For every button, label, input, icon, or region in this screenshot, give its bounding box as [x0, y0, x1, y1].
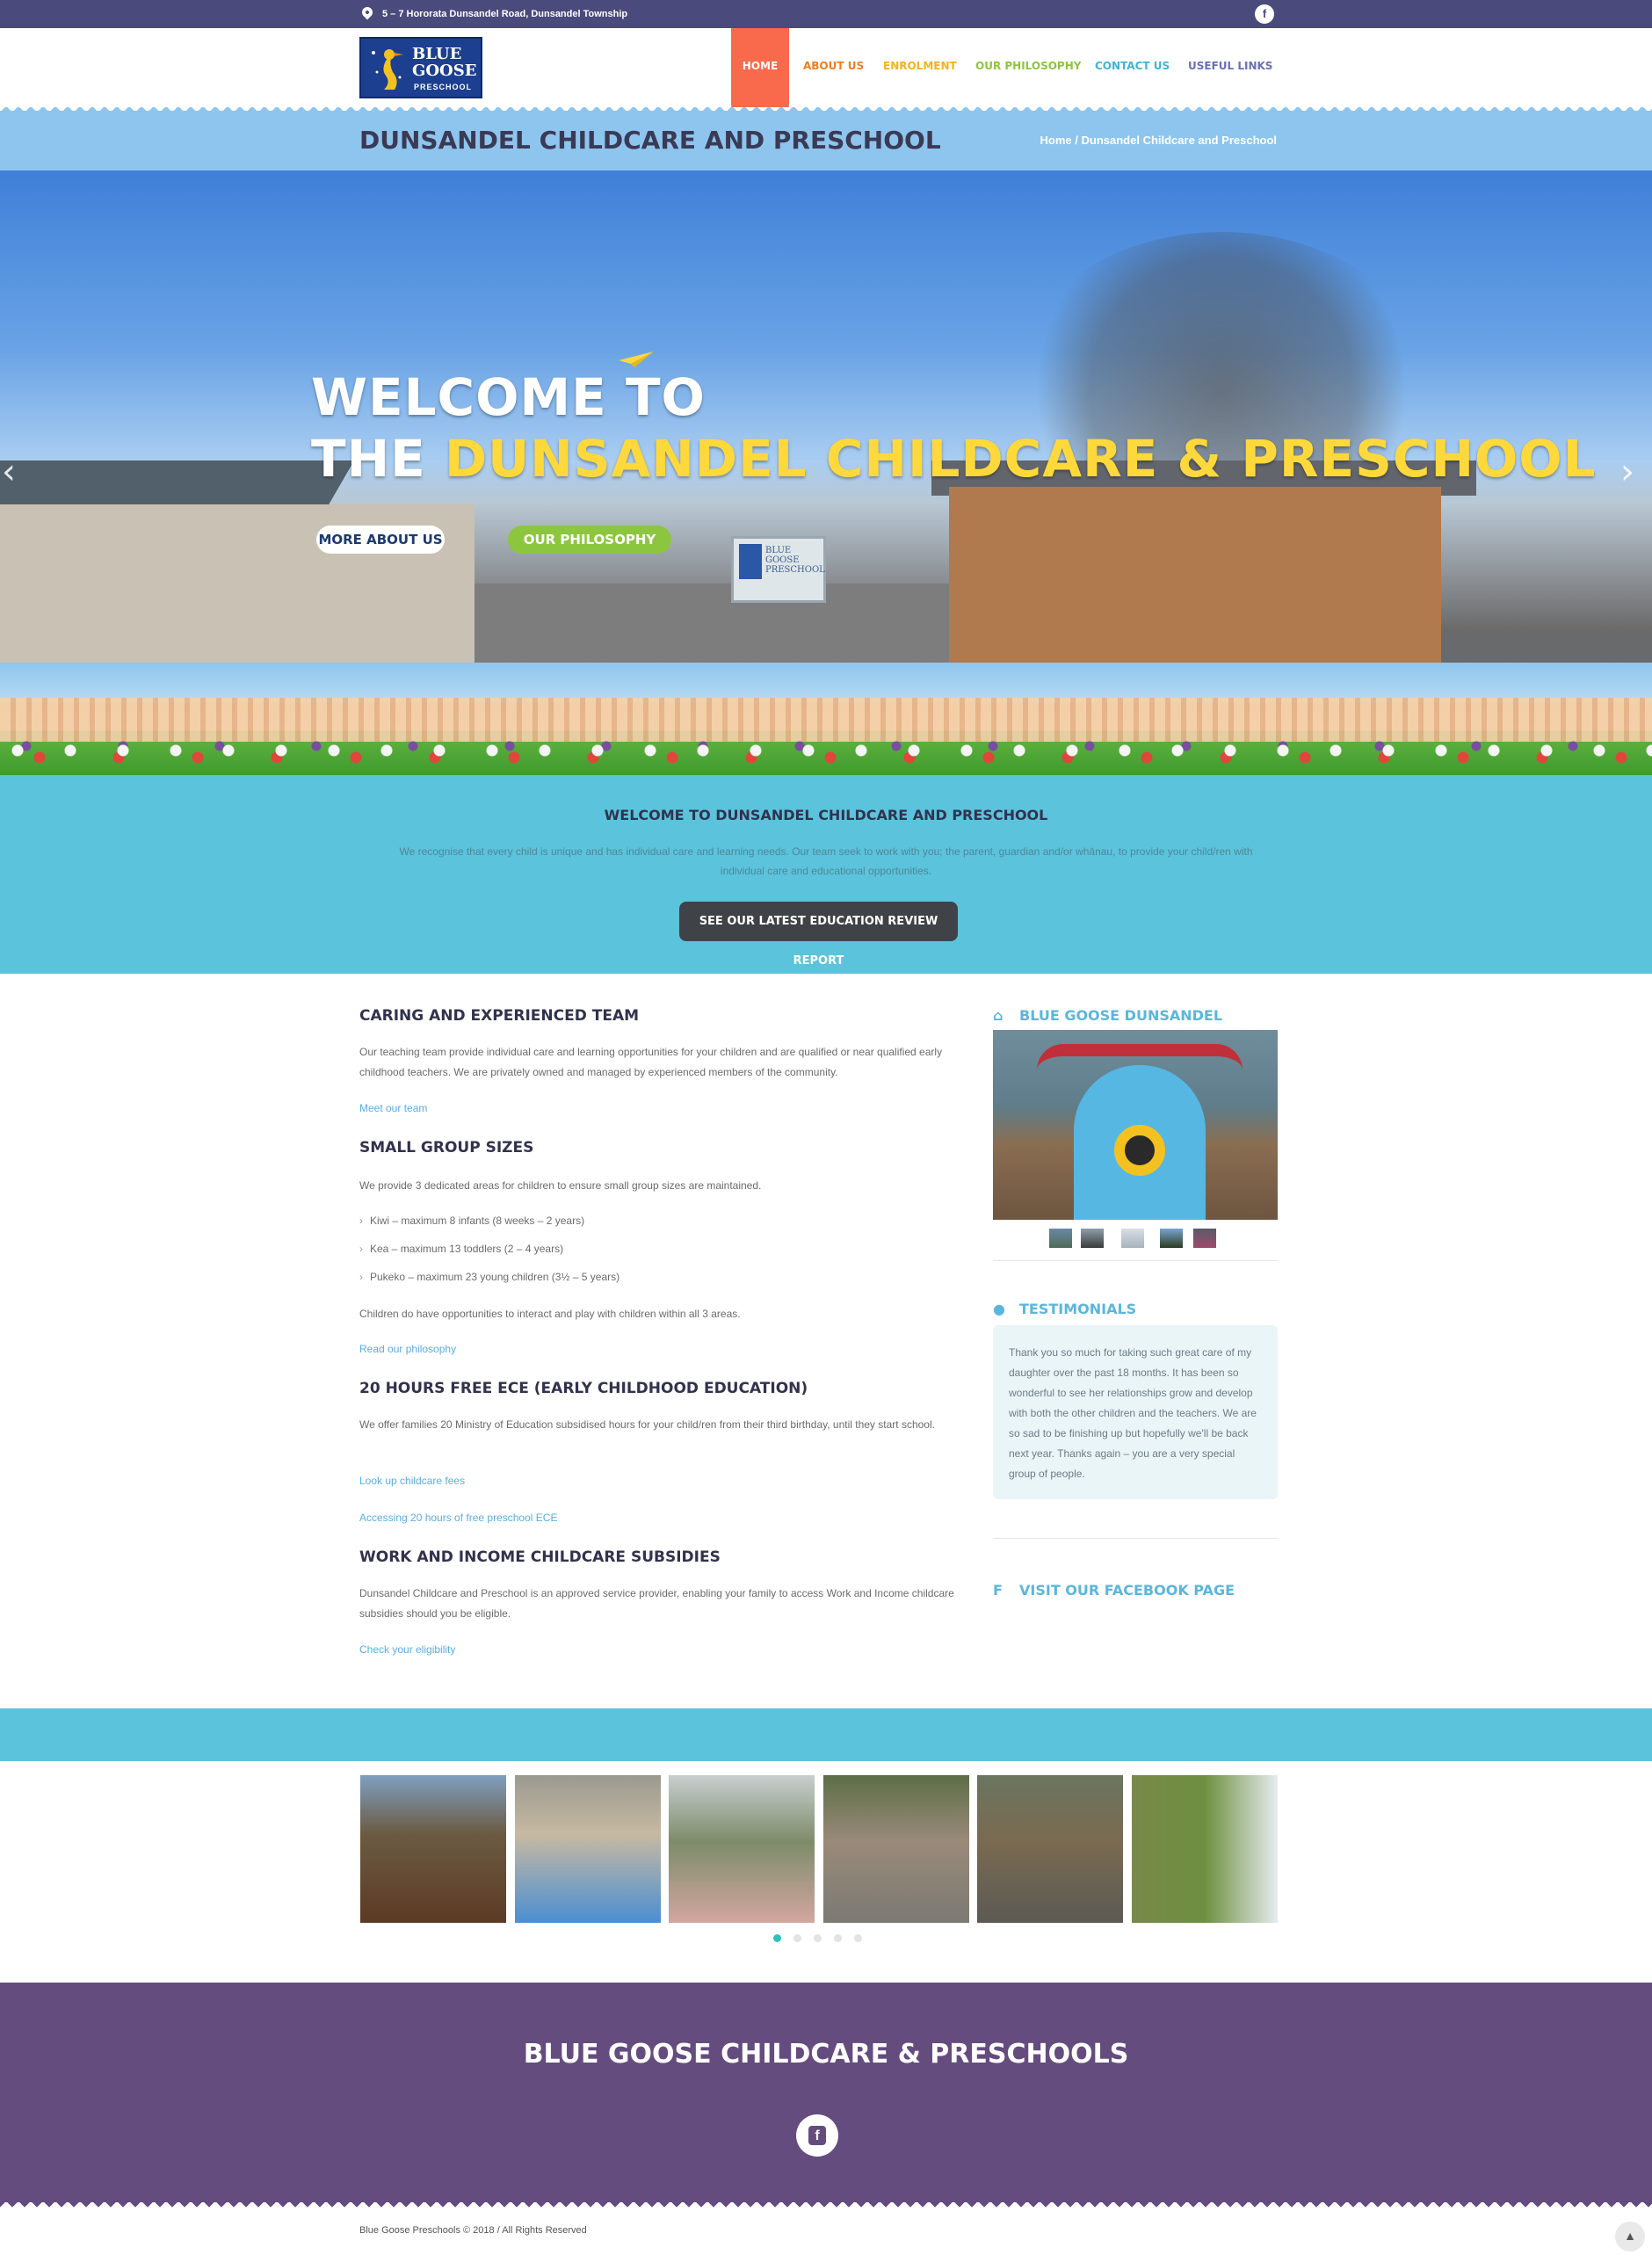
- facebook-icon: f: [808, 2126, 826, 2145]
- page-title-bar: DUNSANDEL CHILDCARE AND PRESCHOOL Home /…: [0, 111, 1652, 170]
- list-item: Kiwi – maximum 8 infants (8 weeks – 2 ye…: [359, 1215, 584, 1227]
- carousel-dot[interactable]: [773, 1934, 781, 1942]
- facebook-icon[interactable]: f: [1255, 4, 1274, 24]
- section-title-ece: 20 HOURS FREE ECE (EARLY CHILDHOOD EDUCA…: [359, 1380, 808, 1397]
- carousel-dot[interactable]: [854, 1934, 862, 1942]
- welcome-heading: WELCOME TO DUNSANDEL CHILDCARE AND PRESC…: [604, 807, 1048, 823]
- check-eligibility-link[interactable]: Check your eligibility: [359, 1643, 455, 1656]
- facebook-link[interactable]: f VISIT OUR FACEBOOK PAGE: [993, 1582, 1235, 1599]
- thumbnail[interactable]: [1081, 1229, 1104, 1248]
- carousel-dot[interactable]: [814, 1934, 822, 1942]
- copyright-text: Blue Goose Preschools © 2018 / All Right…: [359, 2225, 587, 2236]
- carousel-dot[interactable]: [834, 1934, 842, 1942]
- nav-useful-links[interactable]: USEFUL LINKS: [1188, 60, 1272, 72]
- paper-plane-icon: [619, 352, 654, 367]
- arrow-up-icon[interactable]: ▲: [1615, 2222, 1645, 2251]
- top-bar: 5 – 7 Hororata Dunsandel Road, Dunsandel…: [0, 0, 1652, 28]
- section-title-groups: SMALL GROUP SIZES: [359, 1139, 534, 1157]
- footer-facebook-button[interactable]: f: [796, 2114, 838, 2157]
- sidebar-gallery-title: ⌂ BLUE GOOSE DUNSANDEL: [993, 1007, 1222, 1024]
- footer-title: BLUE GOOSE CHILDCARE & PRESCHOOLS: [523, 2039, 1129, 2070]
- thumbnail[interactable]: [1121, 1229, 1144, 1248]
- chevron-left-icon[interactable]: ‹: [2, 452, 16, 492]
- thumbnail[interactable]: [1193, 1229, 1216, 1248]
- copyright-bar: Blue Goose Preschools © 2018 / All Right…: [0, 2208, 1652, 2255]
- meet-our-team-link[interactable]: Meet our team: [359, 1102, 427, 1114]
- section-title-team: CARING AND EXPERIENCED TEAM: [359, 1007, 640, 1025]
- hero-heading-the: THE: [311, 429, 426, 489]
- nav-contact-us[interactable]: CONTACT US: [1095, 60, 1170, 72]
- list-item: Kea – maximum 13 toddlers (2 – 4 years): [359, 1243, 563, 1255]
- childcare-fees-link[interactable]: Look up childcare fees: [359, 1475, 465, 1487]
- chevron-right-icon[interactable]: ›: [1620, 452, 1634, 492]
- photo-carousel: [360, 1775, 1278, 1923]
- nav-our-philosophy[interactable]: OUR PHILOSOPHY: [975, 60, 1081, 72]
- nav-enrolment[interactable]: ENROLMENT: [883, 60, 957, 72]
- testimonials-title: ● TESTIMONIALS: [993, 1301, 1136, 1317]
- thumbnail[interactable]: [1160, 1229, 1183, 1248]
- facebook-square-icon: f: [993, 1582, 1003, 1599]
- free-ece-link[interactable]: Accessing 20 hours of free preschool ECE: [359, 1512, 557, 1524]
- comments-icon: ●: [993, 1301, 1005, 1317]
- testimonials-title-text: TESTIMONIALS: [1019, 1301, 1137, 1317]
- carousel-photo[interactable]: [1132, 1775, 1278, 1923]
- section-text-ece: We offer families 20 Ministry of Educati…: [359, 1418, 935, 1431]
- section-title-subsidies: WORK AND INCOME CHILDCARE SUBSIDIES: [359, 1548, 721, 1566]
- carousel-photo[interactable]: [823, 1775, 969, 1923]
- hero-sign-text: BLUE GOOSE PRESCHOOL: [765, 546, 825, 575]
- home-icon: ⌂: [993, 1007, 1004, 1024]
- logo[interactable]: BLUE GOOSE PRESCHOOL: [359, 37, 482, 98]
- address-text: 5 – 7 Hororata Dunsandel Road, Dunsandel…: [382, 9, 628, 19]
- hero-flowers: [0, 733, 1652, 775]
- welcome-text: We recognise that every child is unique …: [399, 845, 1253, 877]
- section-text-team: Our teaching team provide individual car…: [359, 1046, 943, 1078]
- carousel-dot[interactable]: [793, 1934, 801, 1942]
- hero-heading-line1: WELCOME TO: [311, 367, 706, 427]
- facebook-link-text: VISIT OUR FACEBOOK PAGE: [1019, 1582, 1235, 1599]
- sidebar-gallery-title-text: BLUE GOOSE DUNSANDEL: [1019, 1007, 1223, 1024]
- page-title: DUNSANDEL CHILDCARE AND PRESCHOOL: [359, 126, 941, 155]
- sidebar-main-photo[interactable]: [993, 1030, 1278, 1220]
- hero-sign: BLUE GOOSE PRESCHOOL: [731, 536, 826, 603]
- logo-subtext: PRESCHOOL: [414, 83, 473, 91]
- site-header: BLUE GOOSE PRESCHOOL HOME ABOUT US ENROL…: [0, 28, 1652, 123]
- carousel-photo[interactable]: [515, 1775, 661, 1923]
- nav-about-us[interactable]: ABOUT US: [803, 60, 864, 72]
- site-footer: BLUE GOOSE CHILDCARE & PRESCHOOLS f: [0, 1983, 1652, 2208]
- our-philosophy-button[interactable]: OUR PHILOSOPHY: [508, 526, 671, 554]
- carousel-photo[interactable]: [669, 1775, 815, 1923]
- breadcrumb[interactable]: Home / Dunsandel Childcare and Preschool: [1040, 134, 1277, 147]
- section-text-subsidies: Dunsandel Childcare and Preschool is an …: [359, 1587, 954, 1620]
- section-text-groups: We provide 3 dedicated areas for childre…: [359, 1179, 762, 1192]
- more-about-us-button[interactable]: MORE ABOUT US: [316, 526, 445, 554]
- welcome-section: WELCOME TO DUNSANDEL CHILDCARE AND PRESC…: [0, 775, 1652, 974]
- list-item: Pukeko – maximum 23 young children (3½ –…: [359, 1271, 620, 1283]
- hero-building-right: [949, 487, 1441, 663]
- sidebar-divider: [993, 1538, 1278, 1539]
- testimonial-quote: Thank you so much for taking such great …: [993, 1325, 1278, 1499]
- hero-heading-line2: THE DUNSANDEL CHILDCARE & PRESCHOOL: [311, 429, 1597, 489]
- education-review-button[interactable]: SEE OUR LATEST EDUCATION REVIEW REPORT: [679, 902, 958, 968]
- gallery-band: [0, 1708, 1652, 1761]
- logo-text: BLUE GOOSE: [412, 45, 477, 80]
- read-our-philosophy-link[interactable]: Read our philosophy: [359, 1343, 456, 1355]
- hero-heading-name: DUNSANDEL CHILDCARE & PRESCHOOL: [444, 429, 1597, 489]
- hero-slider: BLUE GOOSE PRESCHOOL WELCOME TO THE DUNS…: [0, 170, 1652, 775]
- carousel-photo[interactable]: [360, 1775, 506, 1923]
- goose-logo-icon: [372, 49, 403, 90]
- carousel-photo[interactable]: [977, 1775, 1123, 1923]
- thumbnail[interactable]: [1049, 1229, 1072, 1248]
- sidebar-divider: [993, 1260, 1278, 1261]
- hero-ground: [475, 584, 949, 671]
- photo-sunflower: [1114, 1125, 1165, 1176]
- section-text-groups-2: Children do have opportunities to intera…: [359, 1308, 741, 1320]
